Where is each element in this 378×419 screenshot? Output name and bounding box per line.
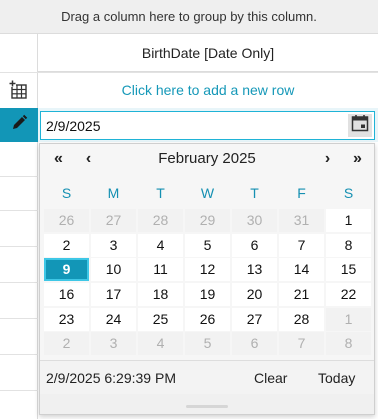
calendar-day[interactable]: 26 (185, 307, 230, 331)
calendar-toggle-button[interactable] (348, 114, 372, 137)
calendar-day-other-month[interactable]: 6 (232, 332, 277, 356)
add-new-row-label: Click here to add a new row (121, 82, 295, 98)
previous-year-button[interactable]: « (46, 148, 70, 170)
popup-resize-area (40, 394, 374, 414)
calendar-icon (351, 114, 369, 137)
calendar-day[interactable]: 14 (279, 258, 324, 282)
calendar-day[interactable]: 24 (91, 307, 136, 331)
row-divider (0, 390, 38, 391)
previous-month-button[interactable]: ‹ (78, 148, 98, 170)
calendar-day-other-month[interactable]: 31 (279, 209, 324, 232)
calendar-day-other-month[interactable]: 27 (91, 209, 136, 232)
calendar-day-other-month[interactable]: 26 (44, 209, 89, 232)
calendar-day[interactable]: 10 (91, 258, 136, 282)
calendar-day[interactable]: 15 (326, 258, 371, 282)
calendar-day-other-month[interactable]: 29 (185, 209, 230, 232)
calendar-week-row: 9 10 11 12 13 14 15 (43, 258, 373, 283)
next-month-button[interactable]: › (317, 148, 337, 170)
calendar-days-grid: 26 27 28 29 30 31 1 2 3 4 5 6 7 8 9 10 11 12 13 14 15 16 17 18 1… (43, 209, 373, 357)
footer-datetime: 2/9/2025 6:29:39 PM (46, 370, 176, 386)
calendar-day[interactable]: 13 (232, 258, 277, 282)
calendar-week-row: 2345678 (43, 332, 373, 357)
edit-row-indicator (0, 108, 38, 142)
calendar-day[interactable]: 2 (44, 233, 89, 257)
calendar-day[interactable]: 23 (44, 307, 89, 331)
weekday-label: F (297, 185, 306, 201)
row-divider (0, 176, 38, 177)
row-divider (0, 246, 38, 247)
calendar-week-row: 16 17 18 19 20 21 22 (43, 283, 373, 308)
calendar-week-row: 26 27 28 29 30 31 1 (43, 209, 373, 234)
row-divider (0, 354, 38, 355)
calendar-day[interactable]: 27 (232, 307, 277, 331)
group-panel-text: Drag a column here to group by this colu… (61, 9, 317, 24)
table-add-icon[interactable] (9, 80, 29, 100)
weekday-label: W (200, 185, 215, 201)
calendar-day[interactable]: 19 (185, 283, 230, 307)
weekday-label: T (250, 185, 259, 201)
calendar-day[interactable]: 12 (185, 258, 230, 282)
weekday-label: M (107, 185, 120, 201)
calendar-day-other-month[interactable]: 30 (232, 209, 277, 232)
calendar-day-other-month[interactable]: 28 (138, 209, 183, 232)
calendar-day-other-month[interactable]: 4 (138, 332, 183, 356)
calendar-day[interactable]: 18 (138, 283, 183, 307)
calendar-day[interactable]: 7 (279, 233, 324, 257)
calendar-day[interactable]: 28 (279, 307, 324, 331)
month-year-title[interactable]: February 2025 (130, 148, 284, 170)
resize-grip[interactable] (186, 405, 228, 408)
weekday-label: T (156, 185, 165, 201)
calendar-day[interactable]: 4 (138, 233, 183, 257)
column-header-birthdate[interactable]: BirthDate [Date Only] (38, 34, 378, 72)
weekday-header-row: S M T W T F S (43, 178, 373, 208)
calendar-day-selected[interactable]: 9 (44, 258, 89, 282)
calendar-week-row: 2345678 (43, 233, 373, 259)
calendar-day[interactable]: 16 (44, 283, 89, 307)
calendar-day[interactable]: 22 (326, 283, 371, 307)
calendar-day[interactable]: 17 (91, 283, 136, 307)
row-divider (0, 318, 38, 319)
calendar-day-other-month[interactable]: 7 (279, 332, 324, 356)
row-divider (0, 282, 38, 283)
data-grid: Drag a column here to group by this colu… (0, 0, 378, 419)
calendar-day-other-month[interactable]: 2 (44, 332, 89, 356)
add-new-row[interactable]: Click here to add a new row (38, 72, 378, 108)
calendar-navigation: « ‹ February 2025 › » (40, 144, 374, 174)
calendar-footer: 2/9/2025 6:29:39 PM Clear Today (40, 360, 374, 394)
pencil-icon (10, 114, 28, 137)
calendar-day[interactable]: 3 (91, 233, 136, 257)
calendar-popup: « ‹ February 2025 › » S M T W T F S 26 27… (39, 143, 375, 415)
weekday-label: S (343, 185, 354, 201)
date-editor[interactable] (40, 111, 375, 140)
calendar-day-other-month[interactable]: 8 (326, 332, 371, 356)
calendar-day-other-month[interactable]: 3 (91, 332, 136, 356)
calendar-week-row: 23 24 25 26 27 28 1 (43, 307, 373, 333)
calendar-day[interactable]: 1 (326, 209, 371, 232)
calendar-day[interactable]: 25 (138, 307, 183, 331)
calendar-day[interactable]: 5 (185, 233, 230, 257)
calendar-day[interactable]: 6 (232, 233, 277, 257)
clear-button[interactable]: Clear (254, 361, 287, 395)
group-panel[interactable]: Drag a column here to group by this colu… (0, 0, 378, 34)
calendar-day[interactable]: 11 (138, 258, 183, 282)
weekday-label: S (61, 185, 72, 201)
row-divider (0, 210, 38, 211)
today-button[interactable]: Today (318, 361, 355, 395)
calendar-day-other-month[interactable]: 5 (185, 332, 230, 356)
calendar-day-other-month[interactable]: 1 (326, 307, 371, 331)
next-year-button[interactable]: » (345, 148, 369, 170)
date-input[interactable] (41, 112, 341, 139)
column-header-label: BirthDate [Date Only] (141, 44, 275, 61)
calendar-day[interactable]: 8 (326, 233, 371, 257)
calendar-day[interactable]: 21 (279, 283, 324, 307)
calendar-day[interactable]: 20 (232, 283, 277, 307)
